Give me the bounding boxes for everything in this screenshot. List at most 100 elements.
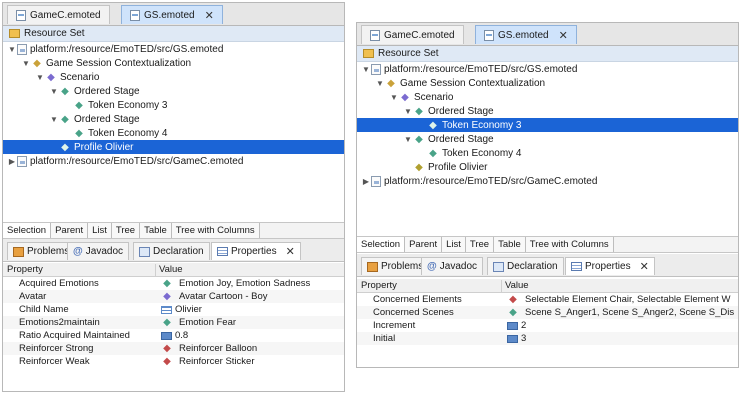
view-tab-properties[interactable]: Properties ✕ <box>565 257 655 275</box>
property-value[interactable]: ◆ Emotion Joy, Emotion Sadness <box>161 278 310 289</box>
property-value[interactable]: ◆ Avatar Cartoon - Boy <box>161 291 267 302</box>
viewer-tab-parent[interactable]: Parent <box>405 237 443 252</box>
collapse-arrow-icon[interactable]: ▼ <box>403 135 413 144</box>
expand-arrow-icon[interactable]: ▶ <box>361 177 371 186</box>
property-value[interactable]: 0.8 <box>161 330 188 341</box>
viewer-tab-list[interactable]: List <box>442 237 466 252</box>
purple-diamond-icon: ◆ <box>47 71 55 83</box>
viewer-tab-table[interactable]: Table <box>140 223 172 238</box>
collapse-arrow-icon[interactable]: ▼ <box>49 87 59 96</box>
property-value[interactable]: ◆ Reinforcer Sticker <box>161 356 254 367</box>
tree-item[interactable]: ▼ ◆ Game Session Contextualization <box>357 76 738 90</box>
tree-item[interactable]: ▼ ◆ Scenario <box>3 70 344 84</box>
close-icon[interactable]: ✕ <box>640 260 649 273</box>
tree-item[interactable]: ▼ platform:/resource/EmoTED/src/GS.emoted <box>357 62 738 76</box>
left-tab-gamec[interactable]: GameC.emoted <box>7 5 110 24</box>
viewer-tab-tree-with-columns[interactable]: Tree with Columns <box>525 237 614 252</box>
right-resource-set[interactable]: Resource Set <box>357 46 738 62</box>
property-row[interactable]: Avatar ◆ Avatar Cartoon - Boy <box>3 290 344 303</box>
close-icon[interactable]: ✕ <box>559 29 568 42</box>
tree-item[interactable]: ▼ ◆ Ordered Stage <box>357 104 738 118</box>
viewer-tab-table[interactable]: Table <box>494 237 526 252</box>
column-divider[interactable] <box>155 264 156 276</box>
property-value[interactable]: 3 <box>507 333 526 344</box>
right-viewer-tabs: Selection Parent List Tree Table Tree with Co… <box>357 236 738 253</box>
tree-item[interactable]: ◆ Profile Olivier <box>3 140 344 154</box>
collapse-arrow-icon[interactable]: ▼ <box>375 79 385 88</box>
property-value[interactable]: ◆ Selectable Element Chair, Selectable El… <box>507 294 730 305</box>
resource-set-label: Resource Set <box>378 48 439 59</box>
property-row[interactable]: Increment 2 <box>357 319 738 332</box>
properties-header: Property Value <box>357 279 738 293</box>
viewer-tab-parent[interactable]: Parent <box>51 223 89 238</box>
property-row[interactable]: Child Name Olivier <box>3 303 344 316</box>
collapse-arrow-icon[interactable]: ▼ <box>361 65 371 74</box>
problems-icon <box>13 246 24 257</box>
viewer-tab-selection[interactable]: Selection <box>357 237 406 252</box>
viewer-tab-selection[interactable]: Selection <box>3 223 52 238</box>
tree-item[interactable]: ◆ Token Economy 4 <box>357 146 738 160</box>
gold-diamond-icon: ◆ <box>33 57 41 69</box>
view-tab-declaration[interactable]: Declaration <box>487 257 564 275</box>
viewer-tab-tree[interactable]: Tree <box>465 237 495 252</box>
tree-item[interactable]: ◆ Token Economy 4 <box>3 126 344 140</box>
property-name: Increment <box>373 320 416 331</box>
tree-item[interactable]: ▼ ◆ Game Session Contextualization <box>3 56 344 70</box>
tree-item-label: Token Economy 3 <box>442 119 522 131</box>
collapse-arrow-icon[interactable]: ▼ <box>49 115 59 124</box>
tree-item[interactable]: ▼ platform:/resource/EmoTED/src/GS.emoted <box>3 42 344 56</box>
expand-arrow-icon[interactable]: ▶ <box>7 157 17 166</box>
viewer-tab-tree[interactable]: Tree <box>111 223 141 238</box>
collapse-arrow-icon[interactable]: ▼ <box>35 73 45 82</box>
left-resource-set[interactable]: Resource Set <box>3 26 344 42</box>
teal-diamond-icon: ◆ <box>163 317 171 328</box>
property-name: Ratio Acquired Maintained <box>19 330 130 341</box>
collapse-arrow-icon[interactable]: ▼ <box>403 107 413 116</box>
property-row[interactable]: Emotions2maintain ◆ Emotion Fear <box>3 316 344 329</box>
collapse-arrow-icon[interactable]: ▼ <box>7 45 17 54</box>
property-value[interactable]: ◆ Emotion Fear <box>161 317 236 328</box>
property-name: Child Name <box>19 304 69 315</box>
property-value-text: Scene S_Anger1, Scene S_Anger2, Scene S_… <box>525 307 735 318</box>
property-row[interactable]: Reinforcer Strong ◆ Reinforcer Balloon <box>3 342 344 355</box>
viewer-tab-list[interactable]: List <box>88 223 112 238</box>
tree-item-label: Scenario <box>60 71 100 83</box>
property-row[interactable]: Concerned Elements ◆ Selectable Element Ch… <box>357 293 738 306</box>
collapse-arrow-icon[interactable]: ▼ <box>21 59 31 68</box>
right-tab-gs[interactable]: GS.emoted ✕ <box>475 25 577 44</box>
property-row[interactable]: Ratio Acquired Maintained 0.8 <box>3 329 344 342</box>
property-row[interactable]: Initial 3 <box>357 332 738 345</box>
close-icon[interactable]: ✕ <box>286 245 295 258</box>
right-tab-gamec[interactable]: GameC.emoted <box>361 25 464 44</box>
tree-item[interactable]: ◆ Profile Olivier <box>357 160 738 174</box>
folder-icon <box>363 49 374 58</box>
property-row[interactable]: Acquired Emotions ◆ Emotion Joy, Emotion S… <box>3 277 344 290</box>
view-tab-problems[interactable]: Problems <box>361 257 430 275</box>
tree-item[interactable]: ◆ Token Economy 3 <box>3 98 344 112</box>
view-tab-properties[interactable]: Properties ✕ <box>211 242 301 260</box>
tree-item[interactable]: ▶ platform:/resource/EmoTED/src/GameC.emo… <box>3 154 344 168</box>
collapse-arrow-icon[interactable]: ▼ <box>389 93 399 102</box>
property-row[interactable]: Concerned Scenes ◆ Scene S_Anger1, Scene S… <box>357 306 738 319</box>
left-tab-gs[interactable]: GS.emoted ✕ <box>121 5 223 24</box>
property-row[interactable]: Reinforcer Weak ◆ Reinforcer Sticker <box>3 355 344 368</box>
view-tab-problems[interactable]: Problems <box>7 242 76 260</box>
tree-item[interactable]: ◆ Token Economy 3 <box>357 118 738 132</box>
view-tab-javadoc[interactable]: @ Javadoc <box>421 257 484 275</box>
property-value[interactable]: Olivier <box>161 304 202 315</box>
left-editor-panel: GameC.emoted GS.emoted ✕ Resource Set ▼ p… <box>2 2 345 392</box>
view-tab-javadoc[interactable]: @ Javadoc <box>67 242 130 260</box>
tree-item[interactable]: ▼ ◆ Ordered Stage <box>3 84 344 98</box>
tree-item[interactable]: ▼ ◆ Scenario <box>357 90 738 104</box>
tab-label: GS.emoted <box>498 29 549 41</box>
tree-item[interactable]: ▶ platform:/resource/EmoTED/src/GameC.emo… <box>357 174 738 188</box>
property-value[interactable]: ◆ Reinforcer Balloon <box>161 343 257 354</box>
property-value[interactable]: ◆ Scene S_Anger1, Scene S_Anger2, Scene S… <box>507 307 734 318</box>
tree-item[interactable]: ▼ ◆ Ordered Stage <box>3 112 344 126</box>
property-value[interactable]: 2 <box>507 320 526 331</box>
close-icon[interactable]: ✕ <box>205 9 214 22</box>
viewer-tab-tree-with-columns[interactable]: Tree with Columns <box>171 223 260 238</box>
tree-item[interactable]: ▼ ◆ Ordered Stage <box>357 132 738 146</box>
view-tab-declaration[interactable]: Declaration <box>133 242 210 260</box>
column-divider[interactable] <box>501 280 502 292</box>
